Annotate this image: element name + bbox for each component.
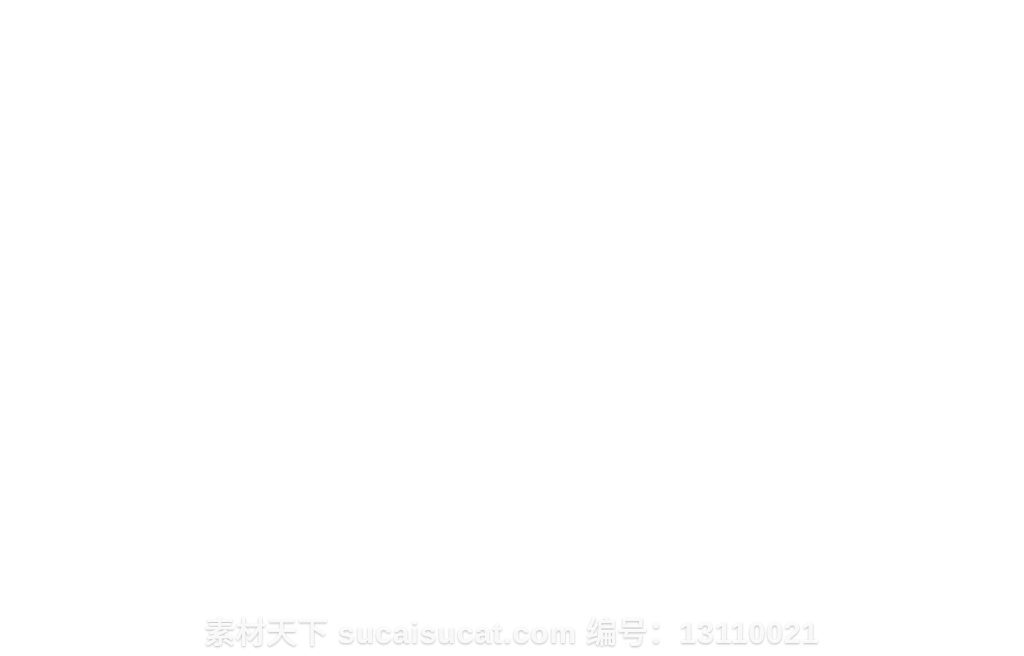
- spread-catalog-3: 户外媒介 >>>Outdoor media高炮广告牌、围墙广告、户外媒体广告ww…: [692, 234, 1018, 456]
- spread-catalog-2: 海报画册 >>>Posters brochures宣传海报、企业画册印刷品www…: [346, 234, 682, 456]
- spread-cover: 广州锦师广告有限公司 GUANGZHOU JINSHI ADVERTISING …: [6, 4, 332, 222]
- spread-service-scope: 服务理念》》》 Service concept 沟通及时沟通最接近客户，用最动态…: [692, 4, 1018, 222]
- spread-idea: Idea 让创意在这里起飞…… 好的创意是从每件小事和细节中积累起来的灵感， 生…: [346, 4, 682, 222]
- spread-catalog-1: 写真喷绘 >>>Photo prints大型写真及喷绘、车贴、灯箱片 户外画面喷…: [6, 234, 332, 456]
- brochure-preview-sheet: 广州锦师广告有限公司 GUANGZHOU JINSHI ADVERTISING …: [0, 0, 1024, 656]
- spread-pursuit-customers: BE pursue of our the abyss of time 是我们永恒…: [346, 466, 682, 652]
- spread-catalog-4: 有机工艺 >>>Organic process亚克力奖牌及有机工艺 标牌制作及雕…: [6, 466, 332, 652]
